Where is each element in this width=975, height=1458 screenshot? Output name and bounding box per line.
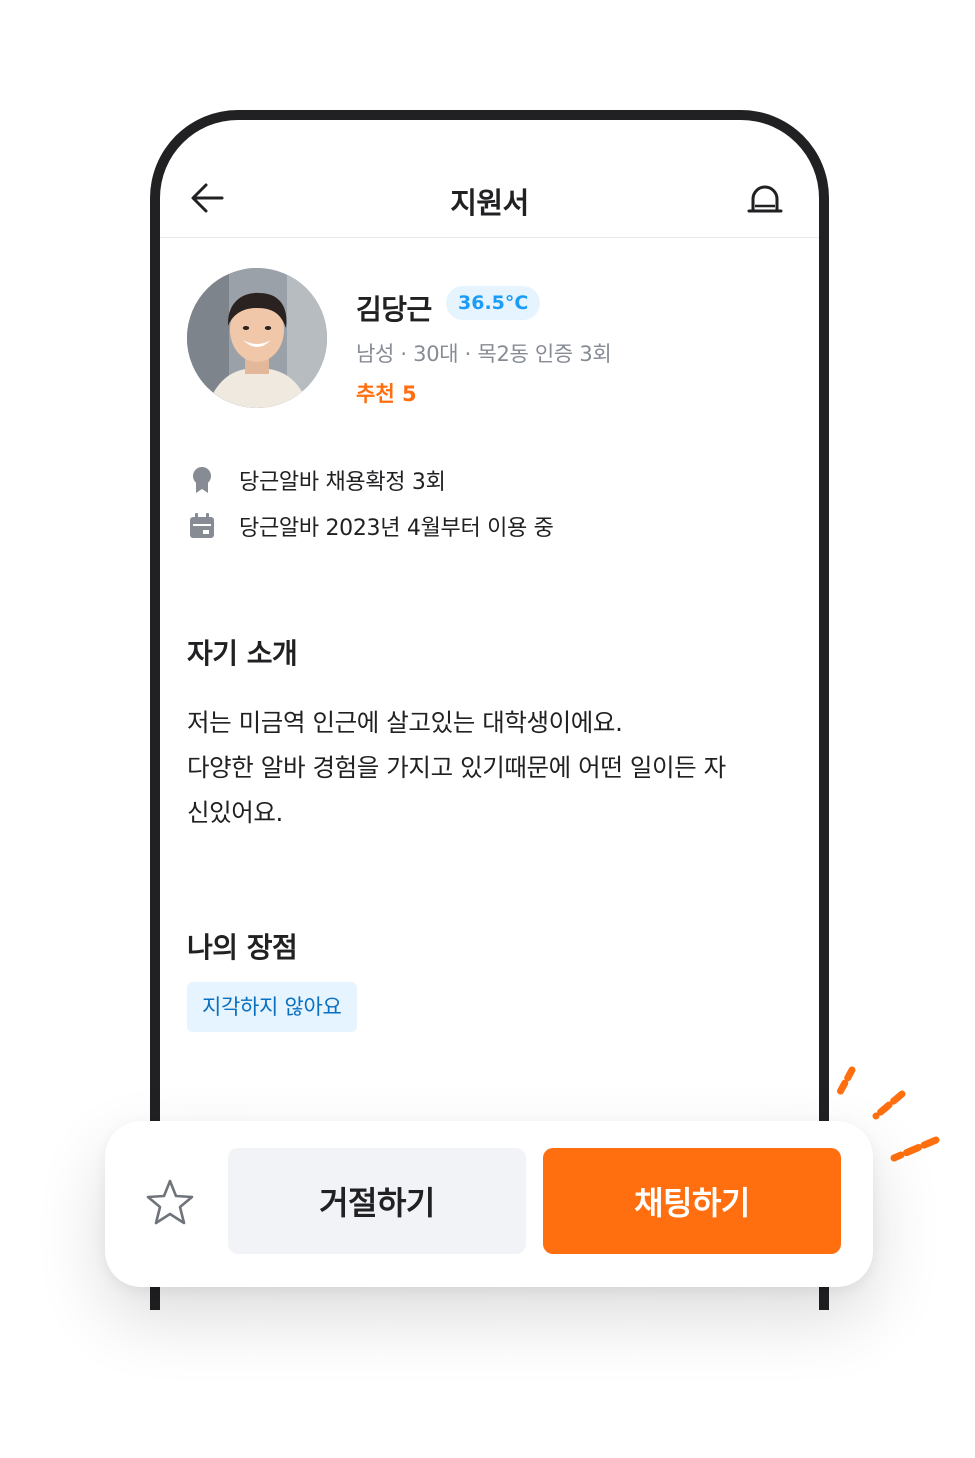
applicant-meta: 남성 · 30대 · 목2동 인증 3회 (356, 342, 612, 366)
stat-text: 당근알바 2023년 4월부터 이용 중 (239, 516, 554, 541)
reject-button[interactable]: 거절하기 (228, 1148, 526, 1254)
bottom-action-bar: 거절하기 채팅하기 (105, 1121, 873, 1287)
calendar-icon (190, 513, 214, 538)
intro-line: 저는 미금역 인근에 살고있는 대학생이에요. (187, 708, 623, 737)
page-title: 지원서 (450, 186, 529, 220)
top-app-bar: 지원서 (160, 120, 819, 238)
star-icon[interactable] (143, 1176, 197, 1230)
intro-line: 신있어요. (187, 798, 283, 827)
recommend-count: 추천 5 (356, 382, 417, 406)
intro-text: 저는 미금역 인근에 살고있는 대학생이에요. 다양한 알바 경험을 가지고 있… (187, 700, 787, 835)
strengths-section-title: 나의 장점 (187, 931, 298, 964)
stat-text: 당근알바 채용확정 3회 (239, 470, 446, 495)
profile-photo (187, 268, 327, 408)
applicant-name: 김당근 (356, 293, 432, 326)
manner-temperature-badge: 36.5°C (446, 286, 541, 320)
chat-button[interactable]: 채팅하기 (543, 1148, 841, 1254)
stat-using-since: 당근알바 2023년 4월부터 이용 중 (187, 510, 554, 542)
strength-tag: 지각하지 않아요 (187, 982, 357, 1032)
siren-icon[interactable] (745, 178, 785, 218)
medal-icon (193, 467, 211, 493)
avatar[interactable] (187, 268, 327, 408)
intro-line: 다양한 알바 경험을 가지고 있기때문에 어떤 일이든 자 (187, 753, 726, 782)
stat-hire-confirmed: 당근알바 채용확정 3회 (187, 464, 446, 496)
intro-section-title: 자기 소개 (187, 637, 298, 670)
